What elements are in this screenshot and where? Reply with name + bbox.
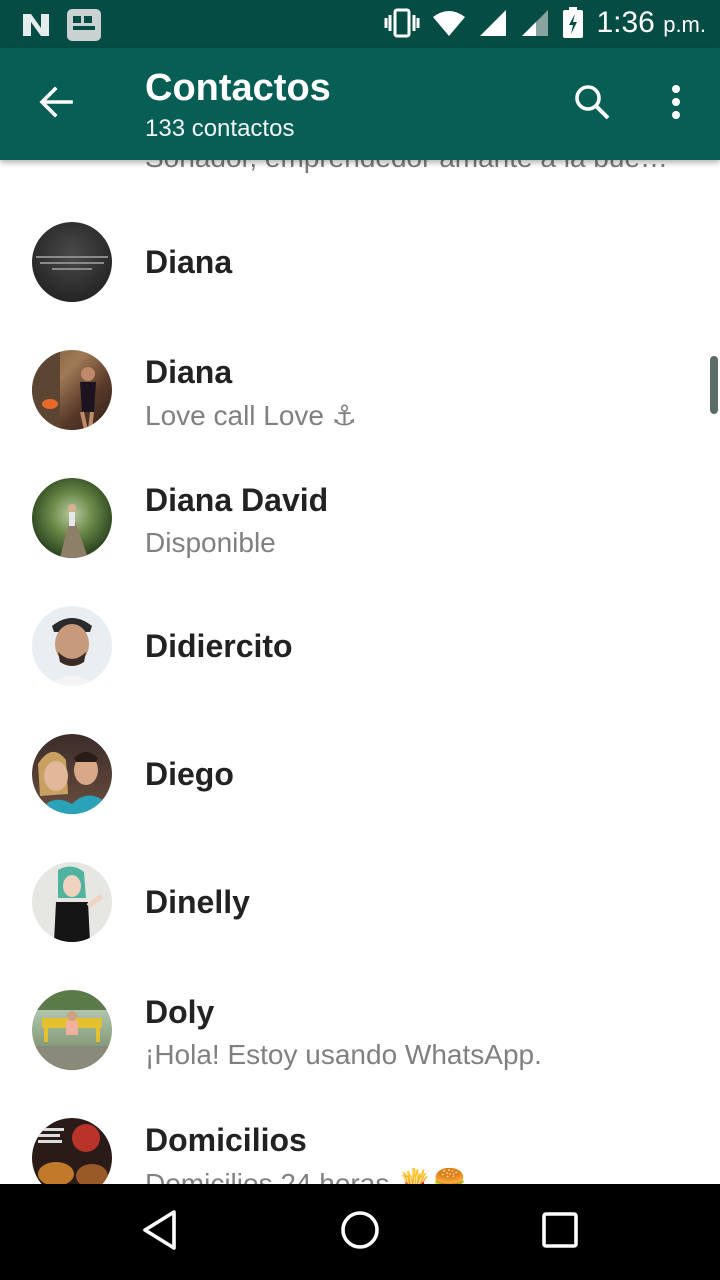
avatar — [32, 1118, 112, 1184]
app-notification-icon — [66, 8, 102, 42]
avatar — [32, 222, 112, 302]
search-icon — [573, 83, 611, 126]
back-triangle-icon — [140, 1209, 180, 1256]
signal-icon — [478, 8, 508, 38]
list-item[interactable]: Diana Love call Love ⚓ — [0, 326, 720, 454]
system-nav-bar — [0, 1184, 720, 1280]
contact-name: Didiercito — [145, 628, 293, 664]
n-notification-icon — [20, 10, 52, 40]
contacts-list[interactable]: Soñador, emprendedor amante a la bue… Di… — [0, 160, 720, 1184]
back-button[interactable] — [24, 80, 88, 128]
contact-status: ¡Hola! Estoy usando WhatsApp. — [145, 1039, 542, 1070]
app-bar: Contactos 133 contactos — [0, 48, 720, 160]
contact-name: Diego — [145, 756, 234, 792]
more-options-button[interactable] — [652, 78, 700, 130]
list-item[interactable]: Diana — [0, 198, 720, 326]
vibrate-icon — [384, 8, 420, 38]
list-item[interactable]: Diego — [0, 710, 720, 838]
list-item[interactable]: Diana David Disponible — [0, 454, 720, 582]
contact-status: Domicilios 24 horas 🍟🍔 — [145, 1168, 467, 1184]
arrow-back-icon — [38, 84, 74, 125]
signal-icon-2 — [520, 8, 550, 38]
page-subtitle: 133 contactos — [145, 115, 295, 142]
nav-recents-button[interactable] — [530, 1204, 590, 1260]
list-item[interactable]: Domicilios Domicilios 24 horas 🍟🍔 — [0, 1094, 720, 1184]
contact-name: Domicilios — [145, 1122, 307, 1158]
contact-name: Doly — [145, 994, 215, 1030]
contact-name: Diana — [145, 244, 233, 280]
avatar — [32, 606, 112, 686]
contact-name: Diana David — [145, 482, 329, 518]
search-button[interactable] — [566, 78, 618, 130]
list-item[interactable]: Doly ¡Hola! Estoy usando WhatsApp. — [0, 966, 720, 1094]
scrollbar-thumb[interactable] — [710, 356, 718, 414]
recents-square-icon — [541, 1211, 579, 1254]
nav-back-button[interactable] — [130, 1204, 190, 1260]
status-bar: 1:36 p.m. — [0, 0, 720, 48]
avatar — [32, 478, 112, 558]
home-circle-icon — [339, 1209, 381, 1256]
avatar — [32, 350, 112, 430]
list-item[interactable]: Didiercito — [0, 582, 720, 710]
nav-home-button[interactable] — [330, 1204, 390, 1260]
more-vert-icon — [670, 84, 682, 125]
list-item[interactable]: Soñador, emprendedor amante a la bue… — [0, 160, 720, 180]
contact-name: Diana — [145, 354, 233, 390]
avatar — [32, 990, 112, 1070]
avatar — [32, 862, 112, 942]
battery-charging-icon — [562, 7, 584, 39]
contact-status: Soñador, emprendedor amante a la bue… — [145, 160, 668, 174]
contact-name: Dinelly — [145, 884, 250, 920]
status-time: 1:36 p.m. — [596, 6, 706, 39]
list-item[interactable]: Dinelly — [0, 838, 720, 966]
wifi-icon — [432, 9, 466, 37]
contact-status: Disponible — [145, 527, 276, 558]
avatar — [32, 734, 112, 814]
page-title: Contactos — [145, 67, 331, 109]
title-block: Contactos 133 contactos — [145, 66, 331, 146]
contact-status: Love call Love ⚓ — [145, 400, 357, 431]
